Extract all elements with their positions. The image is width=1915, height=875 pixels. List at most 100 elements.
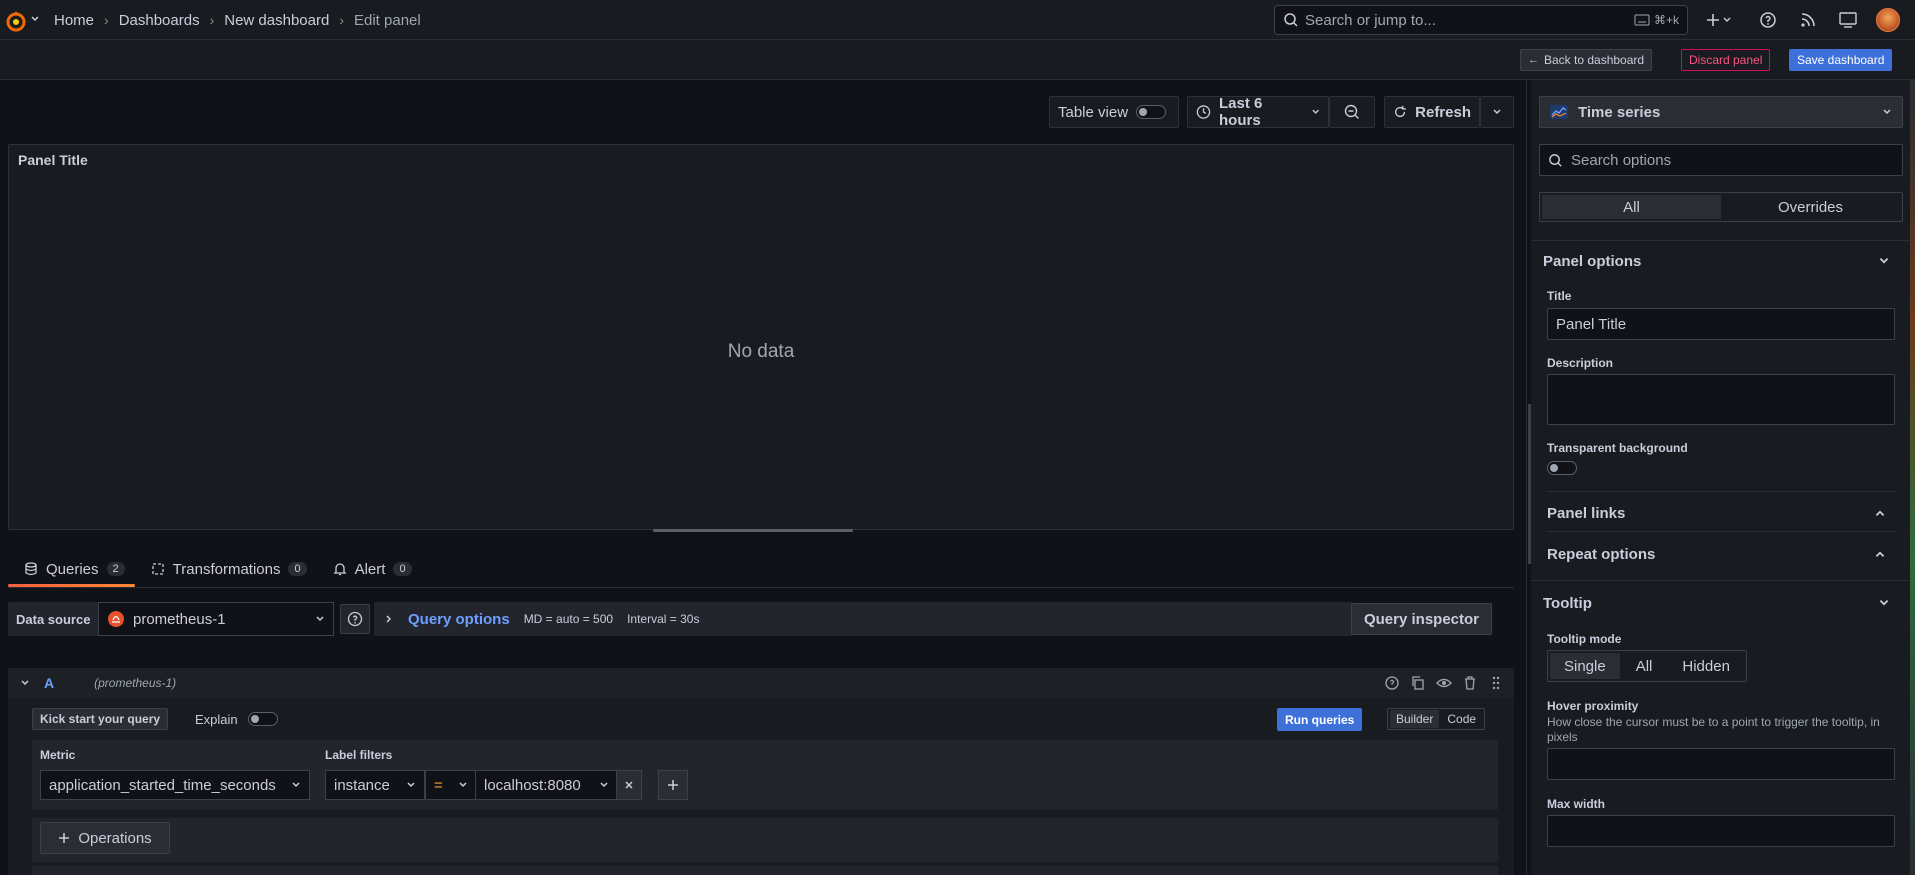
run-queries-button[interactable]: Run queries <box>1277 708 1363 731</box>
explain-switch[interactable] <box>247 712 278 726</box>
breadcrumb-home[interactable]: Home <box>54 12 94 29</box>
tab-transformations[interactable]: Transformations 0 <box>135 551 317 587</box>
trash-icon[interactable] <box>1462 675 1478 691</box>
plus-icon <box>59 833 70 843</box>
metric-select[interactable]: application_started_time_seconds <box>40 770 310 800</box>
refresh-icon <box>1395 105 1406 118</box>
add-new-button[interactable] <box>1704 10 1734 30</box>
chevron-up-icon[interactable] <box>1874 548 1886 560</box>
close-icon <box>625 781 633 789</box>
mode-builder[interactable]: Builder <box>1390 710 1440 728</box>
eye-icon[interactable] <box>1436 675 1452 691</box>
no-data-message: No data <box>727 341 795 362</box>
chevron-down-icon[interactable] <box>1878 597 1890 609</box>
panel-links-section-title[interactable]: Panel links <box>1547 505 1625 522</box>
breadcrumb-new-dashboard[interactable]: New dashboard <box>224 12 329 29</box>
max-width-input[interactable] <box>1547 815 1895 847</box>
query-datasource-name: (prometheus-1) <box>94 676 177 690</box>
query-options-bar[interactable]: Query options MD = auto = 500 Interval =… <box>374 602 1354 636</box>
hover-proximity-input[interactable] <box>1547 748 1895 780</box>
options-all-tab[interactable]: All <box>1542 195 1721 219</box>
remove-filter-button[interactable] <box>616 770 642 800</box>
transparent-background-switch[interactable] <box>1547 461 1577 475</box>
chevron-down-icon <box>292 782 300 788</box>
table-view-switch[interactable] <box>1136 105 1167 119</box>
title-input[interactable]: Panel Title <box>1547 308 1895 340</box>
prometheus-icon <box>108 611 124 627</box>
help-icon[interactable] <box>1384 675 1400 691</box>
datasource-picker[interactable]: prometheus-1 <box>98 602 334 636</box>
chevron-right-icon <box>386 615 392 623</box>
back-to-dashboard-button[interactable]: ← Back to dashboard <box>1520 49 1653 71</box>
tooltip-mode-single[interactable]: Single <box>1550 653 1620 679</box>
add-filter-button[interactable] <box>658 770 688 800</box>
tooltip-mode-label: Tooltip mode <box>1547 632 1622 646</box>
discard-panel-button[interactable]: Discard panel <box>1681 49 1771 71</box>
panel-title[interactable]: Panel Title <box>18 152 88 168</box>
query-actions <box>1384 675 1514 691</box>
breadcrumb-edit-panel: Edit panel <box>354 11 421 29</box>
query-row-header[interactable]: A (prometheus-1) <box>8 668 1514 698</box>
label-operator-select[interactable]: = <box>425 770 477 800</box>
tab-queries-label: Queries <box>46 560 99 578</box>
tab-alert[interactable]: Alert 0 <box>317 551 422 587</box>
table-view-toggle[interactable]: Table view <box>1049 96 1179 128</box>
zoom-out-button[interactable] <box>1329 96 1375 128</box>
chevron-down-icon[interactable] <box>30 14 40 24</box>
visualization-picker[interactable]: Time series <box>1539 96 1903 128</box>
drag-handle-icon[interactable] <box>1488 675 1504 691</box>
query-builder: Metric Label filters application_started… <box>32 740 1498 810</box>
label-value-select[interactable]: localhost:8080 <box>475 770 618 800</box>
datasource-label: Data source <box>8 602 98 636</box>
panel-options-section-title[interactable]: Panel options <box>1543 253 1641 270</box>
mode-code[interactable]: Code <box>1441 710 1482 728</box>
repeat-options-section-title[interactable]: Repeat options <box>1547 546 1655 563</box>
chevron-down-icon <box>1312 109 1319 114</box>
keyboard-icon <box>1634 14 1650 26</box>
datasource-help-button[interactable] <box>340 604 370 634</box>
avatar[interactable] <box>1876 8 1900 32</box>
tooltip-mode-switch: Single All Hidden <box>1547 650 1747 682</box>
options-overrides-tab[interactable]: Overrides <box>1721 195 1900 219</box>
time-range-picker[interactable]: Last 6 hours <box>1187 95 1329 129</box>
dock-menu-icon[interactable] <box>1838 10 1858 30</box>
tooltip-mode-hidden[interactable]: Hidden <box>1668 653 1744 679</box>
grafana-logo-icon[interactable] <box>4 9 28 33</box>
refresh-button[interactable]: Refresh <box>1384 96 1480 128</box>
chevron-right-icon: › <box>209 12 215 28</box>
refresh-interval-dropdown[interactable] <box>1480 96 1514 128</box>
options-search-input[interactable]: Search options <box>1539 144 1903 176</box>
chevron-down-icon[interactable] <box>20 678 30 688</box>
chevron-up-icon[interactable] <box>1874 507 1886 519</box>
panel-resize-handle[interactable] <box>653 529 853 532</box>
search-input[interactable]: Search or jump to... ⌘+k <box>1274 5 1688 35</box>
description-field-label: Description <box>1547 356 1614 370</box>
duplicate-icon[interactable] <box>1410 675 1426 691</box>
search-icon <box>1549 153 1562 167</box>
pane-divider[interactable] <box>1526 80 1527 875</box>
breadcrumb-dashboards[interactable]: Dashboards <box>119 12 200 29</box>
chevron-down-icon[interactable] <box>1878 255 1890 267</box>
plus-icon <box>668 780 678 790</box>
help-icon[interactable] <box>1758 10 1778 30</box>
query-letter[interactable]: A <box>44 675 54 691</box>
rss-news-icon[interactable] <box>1798 10 1818 30</box>
operations-button[interactable]: Operations <box>40 822 170 854</box>
query-inspector-label: Query inspector <box>1363 610 1480 628</box>
options-filter-switch: All Overrides <box>1539 192 1903 222</box>
editor-mode-switch: Builder Code <box>1387 708 1486 730</box>
query-options-link[interactable]: Query options <box>408 611 510 628</box>
next-query-strip <box>32 866 1498 875</box>
description-textarea[interactable] <box>1547 374 1895 425</box>
save-dashboard-button[interactable]: Save dashboard <box>1789 49 1893 71</box>
tab-queries[interactable]: Queries 2 <box>8 551 135 587</box>
tooltip-mode-all[interactable]: All <box>1622 653 1667 679</box>
label-name-select[interactable]: instance <box>325 770 425 800</box>
tab-transformations-label: Transformations <box>172 560 281 578</box>
explain-toggle[interactable]: Explain <box>195 708 278 730</box>
tooltip-section-title[interactable]: Tooltip <box>1543 595 1592 612</box>
kick-start-query-button[interactable]: Kick start your query <box>32 708 169 730</box>
metric-label: Metric <box>40 748 76 762</box>
query-inspector-button[interactable]: Query inspector <box>1351 603 1492 635</box>
kick-start-label: Kick start your query <box>40 712 161 726</box>
